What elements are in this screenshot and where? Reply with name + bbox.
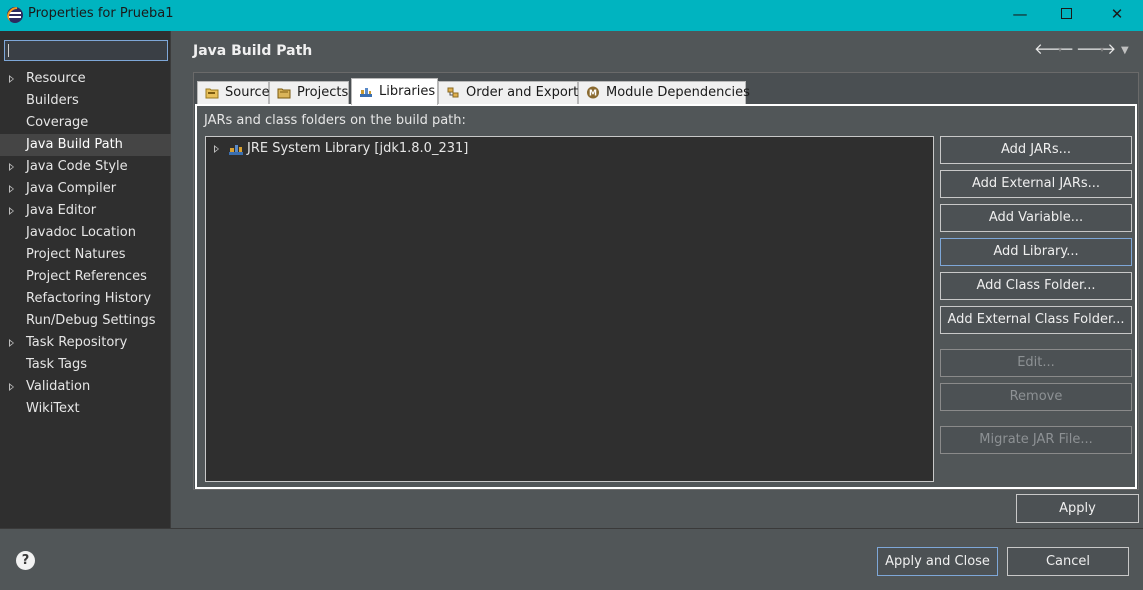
sidebar-item-label: Refactoring History xyxy=(26,291,152,306)
sidebar-item-label: Resource xyxy=(26,71,86,86)
migrate-jar-button[interactable]: Migrate JAR File... xyxy=(940,426,1132,454)
sidebar-item-label: Run/Debug Settings xyxy=(26,313,156,328)
minimize-icon: — xyxy=(1012,5,1028,23)
filter-input[interactable] xyxy=(4,40,168,61)
expand-arrow-icon[interactable] xyxy=(214,145,219,153)
cancel-button[interactable]: Cancel xyxy=(1007,547,1129,576)
back-arrow-icon[interactable]: 🡐 xyxy=(1034,40,1074,58)
sidebar-item-task-tags[interactable]: Task Tags xyxy=(0,354,171,376)
expand-arrow-icon[interactable] xyxy=(9,383,14,391)
help-icon[interactable]: ? xyxy=(16,551,35,570)
property-pages-tree: Resource Builders Coverage Java Build Pa… xyxy=(0,68,171,420)
sidebar-item-refactoring-history[interactable]: Refactoring History xyxy=(0,288,171,310)
add-jars-button[interactable]: Add JARs... xyxy=(940,136,1132,164)
add-library-button[interactable]: Add Library... xyxy=(940,238,1132,266)
add-external-jars-button[interactable]: Add External JARs... xyxy=(940,170,1132,198)
expand-arrow-icon[interactable] xyxy=(9,75,14,83)
libraries-tab-content: JARs and class folders on the build path… xyxy=(195,104,1137,489)
library-tree[interactable]: JRE System Library [jdk1.8.0_231] xyxy=(205,136,934,482)
footer-divider xyxy=(0,528,1143,529)
sidebar-item-label: Builders xyxy=(26,93,79,108)
sidebar-item-label: Java Build Path xyxy=(26,137,123,152)
sidebar-item-label: Java Editor xyxy=(26,203,97,218)
forward-arrow-icon[interactable]: 🡒 xyxy=(1076,40,1116,58)
maximize-button[interactable] xyxy=(1043,0,1089,31)
tab-label: Projects xyxy=(297,85,349,100)
sidebar-item-project-references[interactable]: Project References xyxy=(0,266,171,288)
close-icon: ✕ xyxy=(1110,5,1124,23)
sidebar-item-resource[interactable]: Resource xyxy=(0,68,171,90)
source-folder-icon xyxy=(205,88,219,99)
library-entry-jre[interactable]: JRE System Library [jdk1.8.0_231] xyxy=(210,140,468,158)
sidebar-item-label: Javadoc Location xyxy=(26,225,136,240)
expand-arrow-icon[interactable] xyxy=(9,207,14,215)
sidebar-item-wikitext[interactable]: WikiText xyxy=(0,398,171,420)
sidebar-item-label: Project Natures xyxy=(26,247,126,262)
sidebar-item-label: WikiText xyxy=(26,401,80,416)
library-entry-label: JRE System Library [jdk1.8.0_231] xyxy=(247,141,469,156)
eclipse-icon xyxy=(7,7,23,23)
sidebar-item-builders[interactable]: Builders xyxy=(0,90,171,112)
module-icon: M xyxy=(587,86,599,99)
close-button[interactable]: ✕ xyxy=(1094,0,1140,31)
svg-text:M: M xyxy=(589,89,597,98)
tab-label: Source xyxy=(225,85,270,100)
libraries-icon xyxy=(360,88,372,97)
sidebar-item-java-compiler[interactable]: Java Compiler xyxy=(0,178,171,200)
build-path-panel: Source Projects Libraries Order and Expo… xyxy=(193,72,1139,490)
title-bar: Properties for Prueba1 — ✕ xyxy=(0,0,1143,31)
sidebar-item-label: Java Code Style xyxy=(26,159,128,174)
tab-label: Libraries xyxy=(379,84,436,99)
sidebar-item-java-editor[interactable]: Java Editor xyxy=(0,200,171,222)
expand-arrow-icon[interactable] xyxy=(9,163,14,171)
add-class-folder-button[interactable]: Add Class Folder... xyxy=(940,272,1132,300)
view-menu-icon[interactable]: ▼ xyxy=(1121,42,1129,60)
sidebar-item-run-debug-settings[interactable]: Run/Debug Settings xyxy=(0,310,171,332)
apply-and-close-button[interactable]: Apply and Close xyxy=(877,547,998,576)
expand-arrow-icon[interactable] xyxy=(9,339,14,347)
sidebar-item-label: Project References xyxy=(26,269,147,284)
tab-order-and-export[interactable]: Order and Export xyxy=(438,81,578,104)
page-title: Java Build Path xyxy=(193,43,313,59)
remove-button[interactable]: Remove xyxy=(940,383,1132,411)
property-pages-pane: Resource Builders Coverage Java Build Pa… xyxy=(0,31,171,528)
sidebar-item-label: Task Tags xyxy=(26,357,87,372)
sidebar-item-label: Validation xyxy=(26,379,91,394)
tab-label: Order and Export xyxy=(466,85,579,100)
sidebar-item-validation[interactable]: Validation xyxy=(0,376,171,398)
build-path-caption: JARs and class folders on the build path… xyxy=(204,113,466,128)
expand-arrow-icon[interactable] xyxy=(9,185,14,193)
add-variable-button[interactable]: Add Variable... xyxy=(940,204,1132,232)
tab-module-dependencies[interactable]: M Module Dependencies xyxy=(578,81,750,104)
tab-libraries[interactable]: Libraries xyxy=(351,78,438,105)
sidebar-item-java-build-path[interactable]: Java Build Path xyxy=(0,134,171,156)
maximize-icon xyxy=(1060,7,1072,19)
libraries-tab-inner: JARs and class folders on the build path… xyxy=(196,105,1136,488)
sidebar-item-task-repository[interactable]: Task Repository xyxy=(0,332,171,354)
window-title: Properties for Prueba1 xyxy=(28,6,174,21)
sidebar-item-coverage[interactable]: Coverage xyxy=(0,112,171,134)
forward-history-dropdown-icon[interactable]: ▾ xyxy=(1100,41,1104,59)
page-header: Java Build Path 🡐 ▾ 🡒 ▾ ▼ xyxy=(180,31,1143,71)
sidebar-item-javadoc-location[interactable]: Javadoc Location xyxy=(0,222,171,244)
jre-library-icon xyxy=(229,145,243,155)
tab-label: Module Dependencies xyxy=(606,85,750,100)
add-external-class-folder-button[interactable]: Add External Class Folder... xyxy=(940,306,1132,334)
sidebar-item-label: Task Repository xyxy=(26,335,128,350)
apply-button[interactable]: Apply xyxy=(1016,494,1139,523)
sidebar-item-label: Coverage xyxy=(26,115,89,130)
sidebar-item-java-code-style[interactable]: Java Code Style xyxy=(0,156,171,178)
back-history-dropdown-icon[interactable]: ▾ xyxy=(1058,41,1062,59)
sidebar-item-project-natures[interactable]: Project Natures xyxy=(0,244,171,266)
order-export-icon xyxy=(447,87,459,98)
edit-button[interactable]: Edit... xyxy=(940,349,1132,377)
projects-icon xyxy=(277,88,291,99)
minimize-button[interactable]: — xyxy=(997,0,1043,31)
tab-source[interactable]: Source xyxy=(197,81,270,104)
sidebar-item-label: Java Compiler xyxy=(26,181,117,196)
tab-projects[interactable]: Projects xyxy=(269,81,349,104)
text-caret xyxy=(8,44,9,57)
